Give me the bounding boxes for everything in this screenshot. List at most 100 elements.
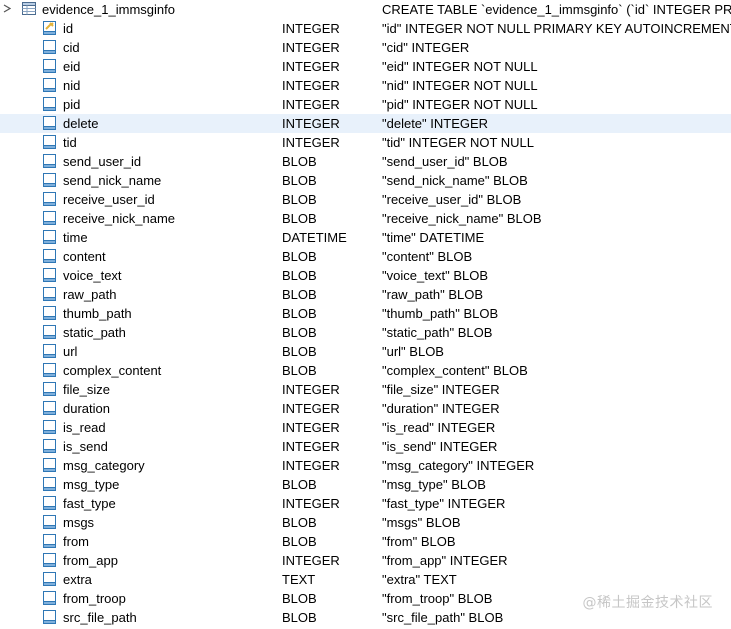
column-icon <box>43 59 56 73</box>
column-icon <box>43 249 56 263</box>
column-icon <box>43 496 56 510</box>
column-icon <box>43 192 56 206</box>
column-row[interactable]: cid INTEGER "cid" INTEGER <box>0 38 731 57</box>
column-icon <box>43 382 56 396</box>
column-type: BLOB <box>282 477 317 492</box>
column-name: is_send <box>63 439 108 454</box>
column-schema: "voice_text" BLOB <box>382 268 489 283</box>
column-type: INTEGER <box>282 496 340 511</box>
collapse-arrow-icon[interactable] <box>3 4 11 13</box>
column-row[interactable]: tid INTEGER "tid" INTEGER NOT NULL <box>0 133 731 152</box>
column-name: from <box>63 534 89 549</box>
column-type: BLOB <box>282 344 317 359</box>
column-row[interactable]: msgs BLOB "msgs" BLOB <box>0 513 731 532</box>
column-row[interactable]: from BLOB "from" BLOB <box>0 532 731 551</box>
column-name: receive_nick_name <box>63 211 176 226</box>
column-name: eid <box>63 59 81 74</box>
column-row[interactable]: msg_type BLOB "msg_type" BLOB <box>0 475 731 494</box>
column-type: DATETIME <box>282 230 347 245</box>
column-name: thumb_path <box>63 306 132 321</box>
column-row[interactable]: fast_type INTEGER "fast_type" INTEGER <box>0 494 731 513</box>
column-type: INTEGER <box>282 116 340 131</box>
column-row[interactable]: duration INTEGER "duration" INTEGER <box>0 399 731 418</box>
column-row[interactable]: complex_content BLOB "complex_content" BLO… <box>0 361 731 380</box>
column-schema: "receive_user_id" BLOB <box>382 192 522 207</box>
column-name: time <box>63 230 88 245</box>
column-row[interactable]: receive_nick_name BLOB "receive_nick_name"… <box>0 209 731 228</box>
column-row[interactable]: thumb_path BLOB "thumb_path" BLOB <box>0 304 731 323</box>
column-icon <box>43 230 56 244</box>
column-row[interactable]: time DATETIME "time" DATETIME <box>0 228 731 247</box>
column-schema: "duration" INTEGER <box>382 401 500 416</box>
column-schema: "raw_path" BLOB <box>382 287 484 302</box>
column-schema: "nid" INTEGER NOT NULL <box>382 78 538 93</box>
column-icon <box>43 97 56 111</box>
column-icon <box>43 40 56 54</box>
column-row[interactable]: content BLOB "content" BLOB <box>0 247 731 266</box>
column-name: from_app <box>63 553 118 568</box>
column-schema: "send_nick_name" BLOB <box>382 173 528 188</box>
column-name: delete <box>63 116 99 131</box>
column-icon <box>43 173 56 187</box>
column-type: BLOB <box>282 610 317 625</box>
column-row[interactable]: delete INTEGER "delete" INTEGER <box>0 114 731 133</box>
column-row[interactable]: extra TEXT "extra" TEXT <box>0 570 731 589</box>
column-icon <box>43 116 56 130</box>
column-icon <box>43 553 56 567</box>
column-schema: "tid" INTEGER NOT NULL <box>382 135 535 150</box>
column-icon <box>43 458 56 472</box>
column-name: file_size <box>63 382 110 397</box>
table-row[interactable]: evidence_1_immsginfo CREATE TABLE `evide… <box>0 0 731 19</box>
column-schema: "fast_type" INTEGER <box>382 496 506 511</box>
column-type: INTEGER <box>282 78 340 93</box>
column-name: duration <box>63 401 110 416</box>
column-name: nid <box>63 78 81 93</box>
column-row[interactable]: file_size INTEGER "file_size" INTEGER <box>0 380 731 399</box>
column-row[interactable]: eid INTEGER "eid" INTEGER NOT NULL <box>0 57 731 76</box>
column-schema: "from" BLOB <box>382 534 456 549</box>
column-name: voice_text <box>63 268 122 283</box>
column-schema: "is_read" INTEGER <box>382 420 496 435</box>
table-name: evidence_1_immsginfo <box>42 2 175 17</box>
column-row[interactable]: nid INTEGER "nid" INTEGER NOT NULL <box>0 76 731 95</box>
column-type: BLOB <box>282 287 317 302</box>
column-row[interactable]: static_path BLOB "static_path" BLOB <box>0 323 731 342</box>
column-schema: "is_send" INTEGER <box>382 439 498 454</box>
column-type: BLOB <box>282 268 317 283</box>
column-row[interactable]: is_read INTEGER "is_read" INTEGER <box>0 418 731 437</box>
column-name: cid <box>63 40 80 55</box>
column-schema: "msg_category" INTEGER <box>382 458 535 473</box>
column-row[interactable]: from_app INTEGER "from_app" INTEGER <box>0 551 731 570</box>
column-schema: "complex_content" BLOB <box>382 363 528 378</box>
column-schema: "url" BLOB <box>382 344 444 359</box>
column-type: INTEGER <box>282 458 340 473</box>
column-schema: "from_app" INTEGER <box>382 553 508 568</box>
column-schema: "file_size" INTEGER <box>382 382 500 397</box>
column-row[interactable]: voice_text BLOB "voice_text" BLOB <box>0 266 731 285</box>
column-type: BLOB <box>282 154 317 169</box>
column-row[interactable]: receive_user_id BLOB "receive_user_id" BLO… <box>0 190 731 209</box>
column-schema: "pid" INTEGER NOT NULL <box>382 97 538 112</box>
column-name: is_read <box>63 420 106 435</box>
column-schema: "extra" TEXT <box>382 572 457 587</box>
column-type: INTEGER <box>282 439 340 454</box>
column-icon <box>43 363 56 377</box>
column-name: content <box>63 249 106 264</box>
column-row[interactable]: id INTEGER "id" INTEGER NOT NULL PRIMARY K… <box>0 19 731 38</box>
primary-key-icon <box>43 21 56 35</box>
column-row[interactable]: send_user_id BLOB "send_user_id" BLOB <box>0 152 731 171</box>
column-row[interactable]: msg_category INTEGER "msg_category" INTEGE… <box>0 456 731 475</box>
column-row[interactable]: pid INTEGER "pid" INTEGER NOT NULL <box>0 95 731 114</box>
column-row[interactable]: raw_path BLOB "raw_path" BLOB <box>0 285 731 304</box>
column-icon <box>43 78 56 92</box>
column-name: tid <box>63 135 77 150</box>
column-type: INTEGER <box>282 401 340 416</box>
column-row[interactable]: url BLOB "url" BLOB <box>0 342 731 361</box>
column-row[interactable]: send_nick_name BLOB "send_nick_name" BLOB <box>0 171 731 190</box>
schema-tree: evidence_1_immsginfo CREATE TABLE `evide… <box>0 0 731 627</box>
column-row[interactable]: is_send INTEGER "is_send" INTEGER <box>0 437 731 456</box>
column-type: BLOB <box>282 534 317 549</box>
column-icon <box>43 420 56 434</box>
column-type: INTEGER <box>282 59 340 74</box>
column-schema: "msg_type" BLOB <box>382 477 486 492</box>
